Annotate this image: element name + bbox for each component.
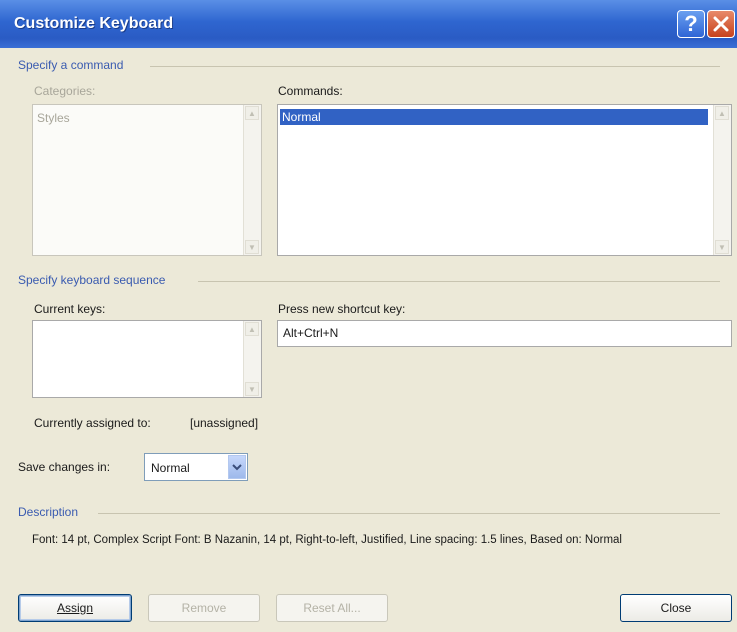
remove-button[interactable]: Remove [148,594,260,622]
title-bar: Customize Keyboard ? [0,0,737,48]
help-button[interactable]: ? [677,10,705,38]
specify-command-heading: Specify a command [18,58,124,72]
scroll-up-icon[interactable]: ▲ [245,322,259,336]
assign-button-label: Assign [56,601,94,615]
scroll-up-icon[interactable]: ▲ [245,106,259,120]
scroll-up-icon[interactable]: ▲ [715,106,729,120]
current-keys-label: Current keys: [34,302,106,316]
keyboard-sequence-heading: Specify keyboard sequence [18,273,166,287]
current-keys-scrollbar[interactable]: ▲ ▼ [243,321,261,397]
section-divider [98,513,720,514]
list-item-selected[interactable]: Normal [280,109,708,125]
save-changes-value: Normal [151,461,190,475]
categories-scrollbar[interactable]: ▲ ▼ [243,105,261,255]
assign-button[interactable]: Assign [18,594,132,622]
categories-list[interactable]: Styles ▲ ▼ [32,104,262,256]
scroll-down-icon[interactable]: ▼ [715,240,729,254]
commands-scrollbar[interactable]: ▲ ▼ [713,105,731,255]
section-divider [198,281,720,282]
close-icon [713,16,729,32]
dialog-title: Customize Keyboard [14,15,174,32]
categories-label: Categories: [34,84,96,98]
description-heading: Description [18,505,79,519]
commands-list[interactable]: Normal ▲ ▼ [277,104,732,256]
chevron-down-icon [232,464,242,471]
assigned-value: [unassigned] [190,416,259,430]
description-text: Font: 14 pt, Complex Script Font: B Naza… [32,534,622,546]
dropdown-arrow-button[interactable] [228,455,246,479]
help-icon: ? [684,11,698,36]
save-changes-select[interactable]: Normal [144,453,248,481]
close-window-button[interactable] [707,10,735,38]
remove-button-label: Remove [181,601,227,615]
assigned-label: Currently assigned to: [34,416,151,430]
close-button[interactable]: Close [620,594,732,622]
reset-all-button[interactable]: Reset All... [276,594,388,622]
list-item[interactable]: Styles [35,110,70,126]
section-divider [150,66,720,67]
close-button-label: Close [660,601,692,615]
save-changes-label: Save changes in: [18,460,111,474]
scroll-down-icon[interactable]: ▼ [245,382,259,396]
new-shortcut-input[interactable]: Alt+Ctrl+N [277,320,732,347]
new-shortcut-label: Press new shortcut key: [278,302,406,316]
scroll-down-icon[interactable]: ▼ [245,240,259,254]
reset-all-button-label: Reset All... [303,601,361,615]
current-keys-list[interactable]: ▲ ▼ [32,320,262,398]
commands-label: Commands: [278,84,343,98]
